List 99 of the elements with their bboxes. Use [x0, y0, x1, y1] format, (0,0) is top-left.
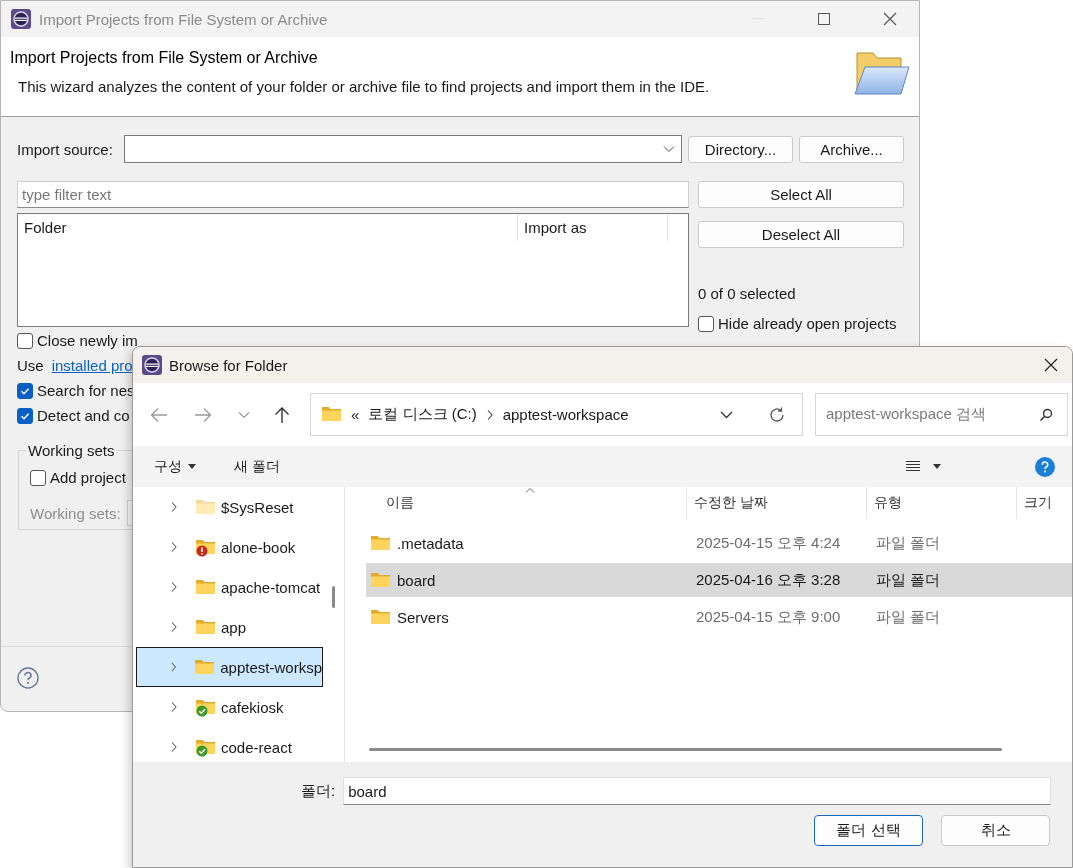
file-name: .metadata	[397, 534, 465, 552]
folder-icon	[195, 617, 216, 637]
folder-icon	[370, 533, 391, 553]
checkbox-label: Add project	[50, 469, 126, 486]
column-header[interactable]: 이름	[345, 487, 687, 519]
tree-item[interactable]: $SysReset	[133, 487, 323, 527]
search-icon	[1039, 407, 1053, 422]
source-button[interactable]: Archive...	[799, 135, 904, 163]
source-button[interactable]: Directory...	[688, 135, 793, 163]
tree-item[interactable]: apptest-worksp	[136, 647, 323, 687]
expand-icon[interactable]	[170, 741, 178, 753]
overflow-button[interactable]: «	[351, 406, 360, 423]
selection-count: 0 of 0 selected	[698, 285, 797, 302]
scrollbar-thumb[interactable]	[369, 748, 1002, 751]
chevron-icon	[485, 408, 494, 421]
filter-field[interactable]: type filter text	[17, 181, 689, 208]
column-header[interactable]: Import as	[518, 214, 668, 241]
field-label: 폴더:	[301, 781, 336, 801]
caret-icon[interactable]	[933, 464, 941, 469]
folder-icon	[370, 607, 391, 627]
file-name: Servers	[397, 608, 450, 626]
help-icon[interactable]	[17, 667, 39, 689]
tree-item[interactable]: alone-book	[133, 527, 323, 567]
source-combo[interactable]	[123, 135, 682, 163]
folder-check-icon	[195, 697, 216, 717]
dialog-button[interactable]: 취소	[941, 815, 1050, 846]
maximize-icon[interactable]	[818, 13, 830, 25]
file-type: 파일 폴더	[876, 533, 941, 553]
folder-icon	[321, 405, 342, 424]
selection-button[interactable]: Select All	[698, 181, 904, 208]
expand-icon[interactable]	[170, 501, 178, 513]
file-name: board	[397, 571, 437, 589]
checkbox-label: Hide already open projects	[718, 315, 897, 332]
file-row[interactable]: board 2025-04-16 오후 3:28 파일 폴더	[366, 563, 1072, 597]
breadcrumb[interactable]: 로컬 디스크 (C:)	[368, 405, 477, 424]
caret-icon	[188, 464, 196, 469]
wizard-title: Import Projects from File System or Archive	[10, 49, 319, 67]
option-text: Use	[17, 357, 44, 374]
checkbox[interactable]	[698, 315, 714, 332]
expand-icon[interactable]	[170, 661, 178, 673]
window-title: Import Projects from File System or Archive	[39, 10, 329, 28]
chevron-down-icon	[663, 145, 675, 153]
dialog-button[interactable]: 폴더 선택	[814, 815, 923, 846]
expand-icon[interactable]	[170, 581, 178, 593]
field-label: Import source:	[17, 140, 113, 158]
breadcrumb[interactable]: apptest-workspace	[502, 406, 629, 423]
file-row[interactable]: .metadata 2025-04-15 오후 4:24 파일 폴더	[366, 526, 1072, 560]
chevron-down-icon[interactable]	[720, 410, 733, 419]
scrollbar-thumb[interactable]	[332, 586, 335, 608]
tree-item[interactable]: apache-tomcat	[133, 567, 323, 607]
expand-icon[interactable]	[170, 541, 178, 553]
file-date: 2025-04-15 오후 4:24	[696, 533, 842, 553]
folder-error-icon	[195, 537, 216, 557]
expand-icon[interactable]	[170, 621, 178, 633]
file-type: 파일 폴더	[876, 607, 941, 627]
address-bar[interactable]: « 로컬 디스크 (C:) apptest-workspace	[310, 393, 803, 436]
checkbox[interactable]	[17, 382, 33, 399]
wizard-description: This wizard analyzes the content of your folder or archive file to find projects and import them in the IDE.	[18, 78, 711, 95]
file-date: 2025-04-15 오후 9:00	[696, 607, 842, 627]
forward-icon[interactable]	[194, 406, 212, 423]
help-icon[interactable]	[1035, 456, 1055, 477]
folder-check-icon	[195, 737, 216, 757]
file-date: 2025-04-16 오후 3:28	[696, 570, 842, 590]
dialog-title: Browse for Folder	[169, 356, 289, 374]
selection-button[interactable]: Deselect All	[698, 221, 904, 248]
checkbox-label: Close newly im	[37, 332, 138, 349]
file-type: 파일 폴더	[876, 570, 941, 590]
command-button[interactable]: 구성	[154, 457, 196, 476]
expand-icon[interactable]	[170, 701, 178, 713]
group-title: Working sets	[27, 442, 116, 459]
checkbox[interactable]	[17, 332, 33, 349]
checkbox-label: Detect and co	[37, 407, 130, 424]
tree-item[interactable]: cafekiosk	[133, 687, 323, 727]
history-icon[interactable]	[238, 410, 250, 419]
folder-field[interactable]: board	[343, 777, 1052, 805]
view-icon[interactable]	[905, 460, 921, 473]
close-icon[interactable]	[883, 12, 897, 26]
refresh-icon[interactable]	[768, 405, 786, 424]
tree-item[interactable]: app	[133, 607, 323, 647]
folder-icon	[195, 497, 216, 517]
checkbox[interactable]	[17, 407, 33, 424]
search-field[interactable]: apptest-workspace 검색	[815, 393, 1068, 436]
folder-icon	[195, 577, 216, 597]
link[interactable]: installed pro	[51, 357, 133, 374]
back-icon[interactable]	[150, 406, 168, 423]
field-label: Working sets:	[30, 504, 121, 522]
up-icon[interactable]	[274, 405, 290, 424]
column-header[interactable]: Folder	[18, 214, 518, 241]
app-icon	[11, 9, 31, 29]
folder-icon	[194, 657, 216, 677]
file-row[interactable]: Servers 2025-04-15 오후 9:00 파일 폴더	[366, 600, 1072, 634]
column-header[interactable]: 유형	[867, 487, 1017, 519]
column-header[interactable]: 수정한 날짜	[687, 487, 867, 519]
tree-item[interactable]: code-react	[133, 727, 323, 762]
command-button[interactable]: 새 폴더	[234, 457, 280, 476]
folder-icon	[370, 570, 391, 590]
close-icon[interactable]	[1044, 358, 1058, 372]
app-icon	[142, 355, 162, 375]
column-header[interactable]: 크기	[1017, 487, 1072, 519]
